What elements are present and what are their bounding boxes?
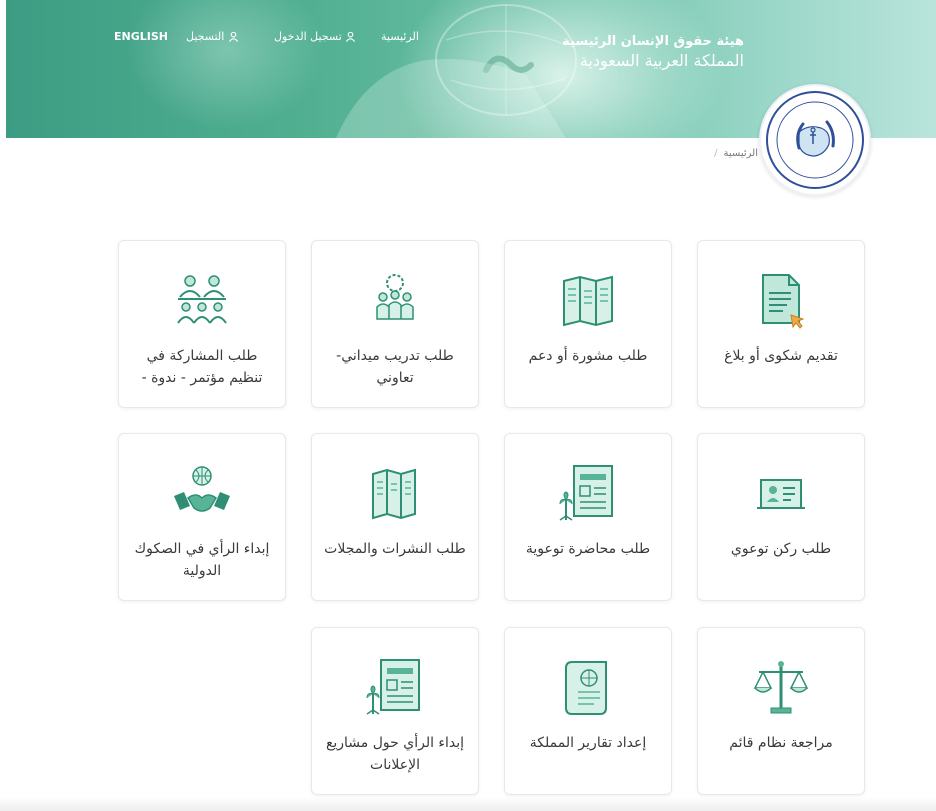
brand-title: هيئة حقوق الإنسان الرئيسية [562, 34, 744, 49]
service-label: طلب ركن توعوي [730, 541, 832, 557]
complaint-document-icon [762, 274, 805, 329]
page-bottom-shadow [0, 797, 936, 811]
handshake-globe-icon [174, 466, 230, 512]
brand-subtitle: المملكة العربية السعودية [579, 51, 744, 70]
service-card-publications[interactable]: طلب النشرات والمجلات [311, 433, 479, 601]
lecture-newspaper-icon [559, 465, 613, 521]
home-link[interactable]: الرئيسية [381, 30, 419, 43]
login-label: تسجيل الدخول [274, 30, 342, 43]
service-label: تقديم شكوى أو بلاغ [724, 348, 838, 364]
open-book-icon [563, 275, 613, 327]
service-label: مراجعة نظام قائم [729, 735, 833, 751]
service-card-conference[interactable]: طلب المشاركة في تنظيم مؤتمر - ندوة - [118, 240, 286, 408]
service-label: إبداء الرأي حول مشاريع الإعلانات [325, 735, 465, 773]
service-label: طلب تدريب ميداني- تعاوني [336, 348, 454, 386]
register-label: التسجيل [186, 30, 225, 43]
globe-scroll-icon [565, 661, 607, 715]
service-label: طلب مشورة أو دعم [528, 348, 648, 364]
service-card-kingdom-reports[interactable]: إعداد تقارير المملكة [504, 627, 672, 795]
awareness-booth-icon [757, 479, 805, 509]
service-card-declarations-opinion[interactable]: إبداء الرأي حول مشاريع الإعلانات [311, 627, 479, 795]
breadcrumb-home[interactable]: الرئيسية [724, 148, 758, 159]
service-card-complaint[interactable]: تقديم شكوى أو بلاغ [697, 240, 865, 408]
conference-people-icon [177, 275, 227, 324]
breadcrumb-separator: / [714, 148, 718, 159]
service-label: طلب النشرات والمجلات [324, 541, 466, 557]
service-label: طلب محاضرة توعوية [525, 541, 651, 557]
service-card-consultation[interactable]: طلب مشورة أو دعم [504, 240, 672, 408]
scales-icon [753, 661, 809, 714]
brochure-icon [372, 468, 416, 520]
service-card-lecture[interactable]: طلب محاضرة توعوية [504, 433, 672, 601]
login-link[interactable]: تسجيل الدخول [274, 30, 356, 43]
user-icon [346, 31, 356, 42]
service-card-system-review[interactable]: مراجعة نظام قائم [697, 627, 865, 795]
service-card-awareness-booth[interactable]: طلب ركن توعوي [697, 433, 865, 601]
user-icon [228, 31, 238, 42]
breadcrumb: / الرئيسية [714, 148, 758, 159]
service-card-international-instruments[interactable]: إبداء الرأي في الصكوك الدولية [118, 433, 286, 601]
service-label: إعداد تقارير المملكة [529, 735, 647, 751]
service-label: طلب المشاركة في تنظيم مؤتمر - ندوة - [141, 348, 263, 386]
service-card-training[interactable]: طلب تدريب ميداني- تعاوني [311, 240, 479, 408]
newspaper-palm-icon [366, 659, 420, 715]
service-label: إبداء الرأي في الصكوك الدولية [134, 541, 270, 579]
commission-logo[interactable] [759, 84, 871, 196]
logo-emblem [766, 91, 864, 189]
english-link[interactable]: ENGLISH [114, 30, 168, 43]
training-team-icon [376, 274, 414, 320]
register-link[interactable]: التسجيل [186, 30, 239, 43]
